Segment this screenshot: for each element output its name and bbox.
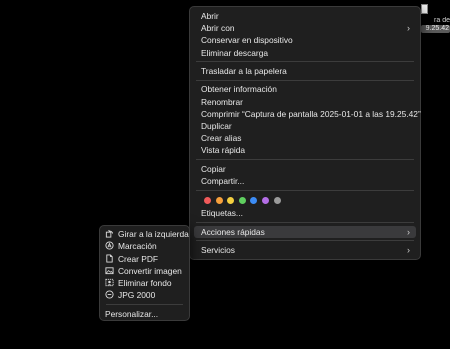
menu-item-services[interactable]: Servicios › — [194, 244, 416, 256]
menu-divider — [196, 79, 414, 81]
context-menu: Abrir Abrir con › Conservar en dispositiv… — [189, 6, 421, 260]
menu-divider — [196, 159, 414, 161]
file-name-line1: ra de — [434, 17, 450, 24]
submenu-item-remove-background[interactable]: Eliminar fondo — [102, 277, 187, 289]
menu-item-label: Obtener información — [201, 84, 277, 95]
rotate-left-icon — [105, 229, 114, 238]
submenu-item-label: Crear PDF — [118, 253, 159, 264]
image-icon — [105, 266, 114, 275]
quick-actions-submenu: Girar a la izquierda Marcación Crear PDF… — [99, 225, 190, 321]
file-name-label[interactable]: ra de 9.25.42 — [421, 17, 450, 33]
submenu-item-jpg-2000[interactable]: JPG 2000 — [102, 289, 187, 301]
submenu-item-label: JPG 2000 — [118, 290, 156, 301]
menu-item-label: Servicios — [201, 244, 235, 255]
menu-item-label: Eliminar descarga — [201, 47, 269, 58]
file-name-line2: 9.25.42 — [421, 25, 450, 33]
menu-item-label: Duplicar — [201, 120, 232, 131]
menu-item-remove-download[interactable]: Eliminar descarga — [194, 47, 416, 59]
menu-item-label: Renombrar — [201, 96, 243, 107]
submenu-item-convert-image[interactable]: Convertir imagen — [102, 265, 187, 277]
document-icon — [105, 254, 114, 263]
submenu-item-rotate-left[interactable]: Girar a la izquierda — [102, 228, 189, 240]
menu-divider — [106, 304, 183, 306]
submenu-item-create-pdf[interactable]: Crear PDF — [102, 253, 187, 265]
menu-item-compress[interactable]: Comprimir “Captura de pantalla 2025-01-0… — [194, 108, 421, 120]
menu-item-copy[interactable]: Copiar — [194, 163, 416, 175]
submenu-item-label: Convertir imagen — [118, 265, 182, 276]
tag-purple-dot[interactable] — [261, 196, 269, 204]
menu-item-get-info[interactable]: Obtener información — [194, 83, 416, 95]
menu-item-tags[interactable]: Etiquetas... — [194, 207, 416, 219]
tag-blue-dot[interactable] — [250, 196, 258, 204]
menu-item-label: Trasladar a la papelera — [201, 65, 287, 76]
menu-item-duplicate[interactable]: Duplicar — [194, 120, 416, 132]
menu-item-share[interactable]: Compartir... — [194, 175, 416, 187]
file-icon[interactable] — [421, 4, 428, 14]
tag-color-row — [194, 193, 416, 207]
menu-item-label: Acciones rápidas — [201, 226, 265, 237]
submenu-item-label: Girar a la izquierda — [118, 229, 189, 239]
jpg-minus-icon — [105, 290, 114, 300]
menu-divider — [196, 240, 414, 242]
menu-item-label: Vista rápida — [201, 145, 246, 156]
tag-red-dot[interactable] — [204, 196, 211, 204]
chevron-right-icon: › — [407, 244, 410, 255]
menu-item-label: Abrir — [201, 11, 219, 21]
submenu-item-markup[interactable]: Marcación — [102, 240, 187, 252]
menu-item-make-alias[interactable]: Crear alias — [194, 132, 416, 144]
menu-divider — [196, 61, 414, 63]
menu-item-quick-look[interactable]: Vista rápida — [194, 144, 416, 156]
tag-yellow-dot[interactable] — [227, 196, 235, 204]
markup-icon — [105, 241, 114, 250]
menu-item-label: Abrir con — [201, 23, 235, 34]
menu-item-open-with[interactable]: Abrir con › — [194, 22, 416, 34]
menu-item-open[interactable]: Abrir — [194, 10, 416, 22]
tag-orange-dot[interactable] — [215, 196, 223, 204]
menu-item-keep-on-device[interactable]: Conservar en dispositivo — [194, 34, 416, 46]
submenu-item-customize[interactable]: Personalizar... — [102, 308, 187, 320]
submenu-item-label: Eliminar fondo — [118, 278, 172, 289]
chevron-right-icon: › — [407, 23, 410, 34]
submenu-item-label: Personalizar... — [105, 308, 159, 319]
menu-item-label: Comprimir “Captura de pantalla 2025-01-0… — [201, 108, 421, 119]
chevron-right-icon: › — [407, 226, 410, 237]
remove-background-icon — [105, 278, 114, 287]
menu-item-label: Crear alias — [201, 133, 242, 144]
menu-divider — [196, 189, 414, 191]
submenu-item-label: Marcación — [118, 241, 157, 252]
menu-item-move-to-trash[interactable]: Trasladar a la papelera — [194, 65, 416, 77]
tag-gray-dot[interactable] — [273, 196, 281, 204]
menu-item-label: Compartir... — [201, 175, 245, 186]
menu-item-label: Copiar — [201, 163, 226, 174]
menu-item-label: Conservar en dispositivo — [201, 35, 293, 46]
menu-item-label: Etiquetas... — [201, 208, 243, 219]
tag-green-dot[interactable] — [238, 196, 246, 204]
menu-item-quick-actions[interactable]: Acciones rápidas › — [194, 225, 416, 238]
menu-divider — [196, 221, 414, 223]
menu-item-rename[interactable]: Renombrar — [194, 96, 416, 108]
